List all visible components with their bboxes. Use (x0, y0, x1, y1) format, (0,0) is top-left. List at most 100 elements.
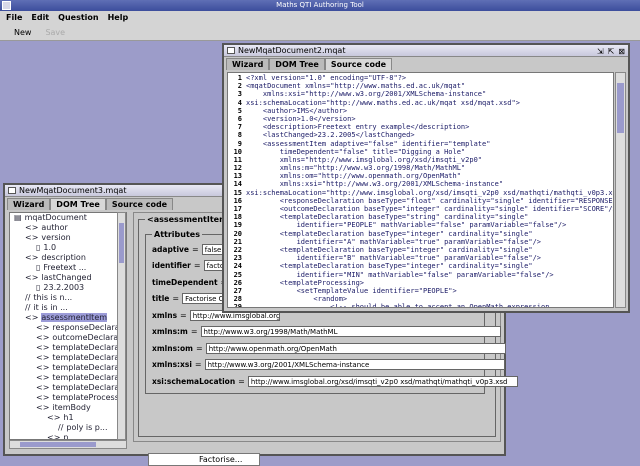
tree-node[interactable]: ▤ mqatDocument (10, 213, 126, 223)
tree-node[interactable]: <> itemBody (10, 403, 126, 413)
equals-sign: = (238, 376, 245, 386)
code-text: identifier="MIN" mathVariable="false" pa… (246, 270, 554, 279)
tab-source-code[interactable]: Source code (324, 58, 393, 70)
comment-icon: // (58, 423, 64, 432)
code-line: 6 <version>1.0</version> (228, 115, 613, 123)
tree-node[interactable]: <> lastChanged (10, 273, 126, 283)
tree-node-label: mqatDocument (24, 213, 87, 222)
tree-node[interactable]: <> description (10, 253, 126, 263)
line-number: 5 (237, 106, 242, 115)
line-number: 25 (233, 270, 242, 279)
tree-node[interactable]: <> templateDeclaration (10, 373, 126, 383)
tree-node-label: version (41, 233, 71, 242)
tree-node[interactable]: <> author (10, 223, 126, 233)
element-icon: <> (36, 343, 50, 352)
close-icon[interactable]: ⊠ (618, 46, 625, 58)
tab-dom-tree[interactable]: DOM Tree (50, 198, 106, 210)
app-title: Maths QTI Authoring Tool (276, 1, 364, 9)
code-line: 29 <!-- should be able to accept an Open… (228, 303, 613, 307)
code-line: 17 <outcomeDeclaration baseType="integer… (228, 205, 613, 213)
line-number: 11 (233, 155, 242, 164)
tree-node[interactable]: <> outcomeDeclaration (10, 333, 126, 343)
source-code-editor[interactable]: 1 <?xml version="1.0" encoding="UTF-8"?> 2… (227, 72, 614, 308)
window-menu-button[interactable] (2, 1, 11, 10)
tree-node[interactable]: <> templateDeclaration (10, 383, 126, 393)
code-line: 9 <assessmentItem adaptive="false" ident… (228, 140, 613, 148)
document2-window: NewMqatDocument2.mqat ⇲ ⇱ ⊠ Wizard DOM Tre… (222, 43, 630, 313)
element-icon: <> (36, 333, 50, 342)
code-line: 16 <responseDeclaration baseType="float"… (228, 197, 613, 205)
attribute-value-input[interactable]: http://www.w3.org/1998/Math/MathML (200, 326, 501, 337)
code-text: <?xml version="1.0" encoding="UTF-8"?> (246, 74, 407, 82)
tree-node[interactable]: <> version (10, 233, 126, 243)
tree-node[interactable]: ▯ Freetext ... (10, 263, 126, 273)
tree-node[interactable]: <> h1 (10, 413, 126, 423)
save-button[interactable]: Save (45, 24, 65, 40)
menu-question[interactable]: Question (58, 11, 98, 24)
code-text: <version>1.0</version> (246, 114, 356, 123)
menu-edit[interactable]: Edit (31, 11, 49, 24)
code-text: <setTemplateValue identifier="PEOPLE"> (246, 286, 457, 295)
code-text: <templateProcessing> (246, 278, 365, 287)
tree-node[interactable]: <> templateProcessing (10, 393, 126, 403)
equals-sign: = (194, 360, 202, 369)
element-icon: <> (36, 383, 50, 392)
tab-wizard[interactable]: Wizard (226, 58, 270, 70)
tree-node[interactable]: //poly is p... (10, 423, 126, 433)
element-icon: <> (36, 323, 50, 332)
tree-node-label: lastChanged (41, 273, 92, 282)
document-icon: ▤ (14, 213, 22, 222)
line-number: 8 (237, 131, 242, 140)
tree-node-label: this is n... (33, 293, 73, 302)
attribute-value-input[interactable]: http://www.imsglobal.org/xsd/imsqti_v2p0… (247, 375, 518, 387)
tree-node-label: 23.2.2003 (43, 283, 85, 292)
tree-node-label: itemBody (52, 403, 91, 412)
element-icon: <> (25, 223, 39, 232)
menu-help[interactable]: Help (108, 11, 129, 24)
attribute-row: xmlns:om = http://www.openmath.org/OpenMat… (152, 342, 506, 354)
tab-source-code[interactable]: Source code (105, 198, 174, 210)
attribute-value-input[interactable]: http://www.w3.org/2001/XMLSchema-instanc… (204, 359, 505, 370)
tree-node[interactable]: <> templateDeclaration (10, 343, 126, 353)
tree-vertical-scrollbar[interactable] (117, 212, 126, 440)
menu-file[interactable]: File (6, 11, 22, 24)
line-number: 24 (233, 262, 242, 271)
minimize-icon[interactable]: ⇲ (597, 46, 604, 58)
tree-node[interactable]: ▯ 23.2.2003 (10, 283, 126, 293)
tree-node[interactable]: <> templateDeclaration (10, 363, 126, 373)
code-text: <outcomeDeclaration baseType="integer" c… (246, 205, 614, 213)
tree-node[interactable]: //this is n... (10, 293, 126, 303)
taskbar-item[interactable]: Factorise... (148, 453, 260, 466)
maximize-icon[interactable]: ⇱ (608, 46, 615, 58)
attribute-value-input[interactable]: http://www.openmath.org/OpenMath (205, 342, 506, 354)
line-number: 13 (233, 172, 242, 181)
tab-wizard[interactable]: Wizard (7, 198, 51, 210)
code-text: <author>IMS</author> (246, 106, 348, 115)
code-text: identifier="PEOPLE" mathVariable="false"… (246, 221, 567, 230)
code-line: 13 xmlns:om="http://www.openmath.org/Ope… (228, 172, 613, 180)
code-line: 26 <templateProcessing> (228, 279, 613, 287)
line-number: 1 (237, 74, 242, 82)
code-line: 12 xmlns:m="http://www.w3.org/1998/Math/… (228, 164, 613, 172)
tree-node[interactable]: <> responseDeclaration (10, 323, 126, 333)
code-line: 18 <templateDeclaration baseType="string… (228, 213, 613, 221)
line-number: 17 (233, 205, 242, 213)
tree-node[interactable]: <> p (10, 433, 126, 439)
new-button[interactable]: New (14, 24, 31, 40)
tree-node[interactable]: <> templateDeclaration (10, 353, 126, 363)
dom-tree[interactable]: ▤ mqatDocument <> author <> version ▯ 1.0 <> desc… (9, 212, 127, 440)
attribute-row: xmlns:xsi = http://www.w3.org/2001/XMLSche… (152, 359, 505, 371)
tree-node[interactable]: ▯ 1.0 (10, 243, 126, 253)
code-text: <description>Freetext entry example</des… (246, 123, 470, 132)
tree-node[interactable]: //it is in ... (10, 303, 126, 313)
line-number: 21 (233, 237, 242, 246)
tree-horizontal-scrollbar[interactable] (9, 440, 127, 449)
tab-dom-tree[interactable]: DOM Tree (269, 58, 325, 70)
editor-vertical-scrollbar[interactable] (615, 72, 626, 308)
code-text: xsi:schemaLocation="http://www.imsglobal… (246, 188, 614, 197)
tree-node[interactable]: <> assessmentItem (10, 313, 126, 323)
code-line: 11 xmlns="http://www.imsglobal.org/xsd/i… (228, 156, 613, 164)
document2-title-bar[interactable]: NewMqatDocument2.mqat ⇲ ⇱ ⊠ (224, 45, 628, 57)
app-title-bar: Maths QTI Authoring Tool (0, 0, 640, 11)
tree-node-label: 1.0 (43, 243, 57, 252)
